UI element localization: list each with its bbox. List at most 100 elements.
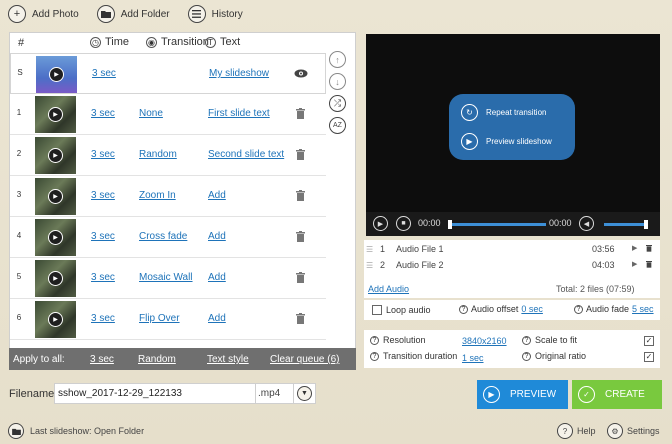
loop-audio-label: Loop audio bbox=[386, 305, 431, 315]
loop-audio-checkbox[interactable] bbox=[372, 305, 382, 315]
eye-icon[interactable] bbox=[293, 65, 309, 81]
table-row[interactable]: 6 ▶ 3 sec Flip Over Add bbox=[10, 299, 326, 340]
format-dropdown[interactable]: ▼ bbox=[294, 383, 316, 404]
play-button[interactable]: ▶ bbox=[373, 216, 388, 231]
slide-time-link[interactable]: 3 sec bbox=[91, 231, 115, 242]
help-icon[interactable]: ? bbox=[370, 335, 379, 345]
list-item[interactable]: ☰ 1 Audio File 1 03:56 ▶ bbox=[364, 242, 660, 258]
slide-text-link[interactable]: First slide text bbox=[208, 108, 270, 119]
slide-time-link[interactable]: 3 sec bbox=[91, 313, 115, 324]
trash-icon[interactable] bbox=[292, 187, 308, 203]
table-row[interactable]: 2 ▶ 3 sec Random Second slide text bbox=[10, 135, 326, 176]
transition-duration-link[interactable]: 1 sec bbox=[462, 353, 484, 363]
help-button[interactable]: ? Help bbox=[557, 423, 596, 439]
volume-icon[interactable]: ◀ bbox=[579, 216, 594, 231]
audio-options-bar: Loop audio ? Audio offset 0 sec ? Audio … bbox=[364, 300, 660, 320]
clear-queue-link[interactable]: Clear queue (6) bbox=[270, 354, 339, 365]
slide-time-link[interactable]: 3 sec bbox=[91, 108, 115, 119]
audio-offset-link[interactable]: 0 sec bbox=[521, 304, 543, 314]
slide-thumbnail[interactable]: ▶ bbox=[35, 301, 76, 338]
slide-text-link[interactable]: Add bbox=[208, 231, 226, 242]
trash-icon[interactable] bbox=[646, 244, 652, 254]
add-audio-link[interactable]: Add Audio bbox=[368, 284, 409, 294]
help-icon[interactable]: ? bbox=[522, 351, 531, 361]
slide-transition-link[interactable]: Zoom In bbox=[139, 190, 176, 201]
preview-button[interactable]: ▶ PREVIEW bbox=[477, 380, 568, 409]
slide-text-link[interactable]: Add bbox=[208, 272, 226, 283]
list-item[interactable]: ☰ 2 Audio File 2 04:03 ▶ bbox=[364, 258, 660, 274]
slide-thumbnail[interactable]: ▶ bbox=[35, 260, 76, 297]
slide-time-link[interactable]: 3 sec bbox=[91, 149, 115, 160]
trash-icon[interactable] bbox=[292, 310, 308, 326]
settings-button[interactable]: ⚙ Settings bbox=[607, 423, 660, 439]
arrow-down-icon[interactable]: ↓ bbox=[329, 73, 346, 90]
trash-icon[interactable] bbox=[292, 146, 308, 162]
help-icon[interactable]: ? bbox=[370, 351, 379, 361]
repeat-transition-label: Repeat transition bbox=[486, 108, 547, 117]
sort-az-icon[interactable]: AZ bbox=[329, 117, 346, 134]
table-row[interactable]: 5 ▶ 3 sec Mosaic Wall Add bbox=[10, 258, 326, 299]
arrow-up-icon[interactable]: ↑ bbox=[329, 51, 346, 68]
trash-icon[interactable] bbox=[292, 269, 308, 285]
seek-bar[interactable] bbox=[450, 223, 546, 226]
create-button[interactable]: ✓ CREATE bbox=[572, 380, 662, 409]
trash-icon[interactable] bbox=[646, 260, 652, 270]
add-photo-button[interactable]: + Add Photo bbox=[8, 5, 79, 23]
row-number: 2 bbox=[16, 149, 22, 158]
slide-text-link[interactable]: Second slide text bbox=[208, 149, 284, 160]
slide-text-link[interactable]: Add bbox=[208, 313, 226, 324]
preview-slideshow-button[interactable]: ▶ Preview slideshow bbox=[461, 133, 552, 150]
drag-handle-icon[interactable]: ☰ bbox=[366, 261, 373, 270]
slide-time-link[interactable]: 3 sec bbox=[92, 68, 116, 79]
settings-label: Settings bbox=[627, 426, 660, 436]
drag-handle-icon[interactable]: ☰ bbox=[366, 245, 373, 254]
output-settings: ? Resolution 3840x2160 ? Transition dura… bbox=[364, 330, 660, 368]
slide-thumbnail[interactable]: ▶ bbox=[35, 96, 76, 133]
repeat-transition-button[interactable]: ↻ Repeat transition bbox=[461, 104, 546, 121]
add-folder-button[interactable]: Add Folder bbox=[96, 5, 170, 23]
slide-time-link[interactable]: 3 sec bbox=[91, 190, 115, 201]
audio-fade-link[interactable]: 5 sec bbox=[632, 304, 654, 314]
table-row[interactable]: 1 ▶ 3 sec None First slide text bbox=[10, 94, 326, 135]
apply-time-link[interactable]: 3 sec bbox=[90, 354, 114, 365]
table-row[interactable]: 4 ▶ 3 sec Cross fade Add bbox=[10, 217, 326, 258]
shuffle-icon[interactable]: ⤮ bbox=[329, 95, 346, 112]
seek-handle[interactable] bbox=[448, 220, 452, 229]
last-slideshow-link[interactable]: Last slideshow: Open Folder bbox=[8, 423, 144, 439]
slide-thumbnail[interactable]: ▶ bbox=[36, 56, 77, 93]
play-icon[interactable]: ▶ bbox=[632, 260, 637, 268]
scale-to-fit-checkbox[interactable]: ✓ bbox=[644, 336, 654, 346]
help-icon[interactable]: ? bbox=[459, 304, 468, 314]
header-time: ◷ Time bbox=[90, 36, 129, 48]
slide-transition-link[interactable]: Cross fade bbox=[139, 231, 187, 242]
help-icon[interactable]: ? bbox=[574, 304, 583, 314]
header-time-label: Time bbox=[105, 36, 130, 48]
play-icon[interactable]: ▶ bbox=[632, 244, 637, 252]
volume-handle[interactable] bbox=[644, 220, 648, 229]
slide-rows: S ▶ 3 sec My slideshow 1 ▶ 3 sec None Fi… bbox=[10, 53, 326, 340]
text-style-link[interactable]: Text style bbox=[207, 354, 249, 365]
slide-transition-link[interactable]: Random bbox=[139, 149, 177, 160]
table-row[interactable]: 3 ▶ 3 sec Zoom In Add bbox=[10, 176, 326, 217]
filename-input[interactable] bbox=[54, 383, 256, 404]
trash-icon[interactable] bbox=[292, 228, 308, 244]
help-icon[interactable]: ? bbox=[522, 335, 531, 345]
slide-transition-link[interactable]: Mosaic Wall bbox=[139, 272, 193, 283]
stop-button[interactable]: ■ bbox=[396, 216, 411, 231]
slide-thumbnail[interactable]: ▶ bbox=[35, 178, 76, 215]
scale-to-fit-label: Scale to fit bbox=[535, 335, 578, 345]
slide-thumbnail[interactable]: ▶ bbox=[35, 137, 76, 174]
slide-transition-link[interactable]: Flip Over bbox=[139, 313, 180, 324]
resolution-link[interactable]: 3840x2160 bbox=[462, 336, 507, 346]
history-button[interactable]: History bbox=[187, 5, 243, 23]
apply-transition-link[interactable]: Random bbox=[138, 354, 176, 365]
slide-time-link[interactable]: 3 sec bbox=[91, 272, 115, 283]
slide-transition-link[interactable]: None bbox=[139, 108, 163, 119]
slide-text-link[interactable]: My slideshow bbox=[209, 68, 269, 79]
volume-bar[interactable] bbox=[604, 223, 648, 226]
original-ratio-checkbox[interactable]: ✓ bbox=[644, 352, 654, 362]
table-row[interactable]: S ▶ 3 sec My slideshow bbox=[10, 53, 326, 94]
trash-icon[interactable] bbox=[292, 105, 308, 121]
slide-thumbnail[interactable]: ▶ bbox=[35, 219, 76, 256]
slide-text-link[interactable]: Add bbox=[208, 190, 226, 201]
